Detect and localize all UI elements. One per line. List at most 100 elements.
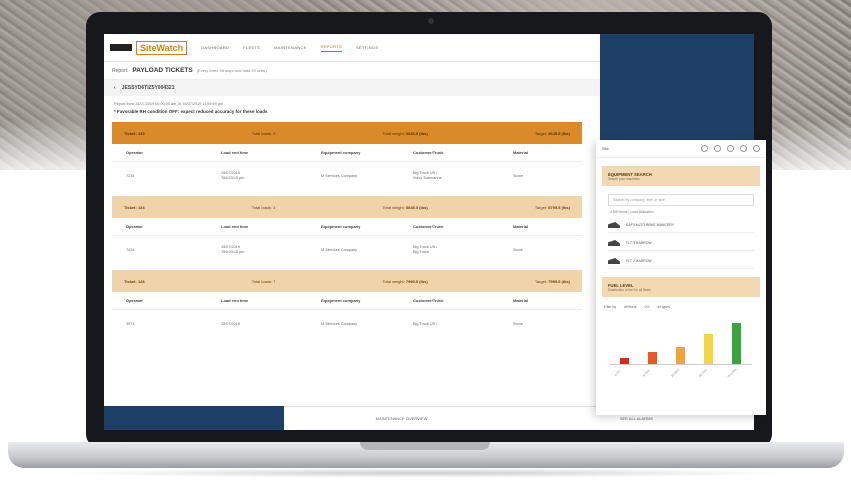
fuel-bar[interactable] bbox=[676, 346, 685, 364]
ticket-card: Ticket: 145 Total loads: 3 Total weight: 3… bbox=[112, 122, 582, 190]
cell-operator: 7234 bbox=[126, 173, 135, 178]
side-panel: Site EQUIPMENT SEARCH Search your machin… bbox=[596, 140, 766, 415]
nav-dashboard[interactable]: DASHBOARD bbox=[201, 45, 229, 50]
cell-time: 15/07/2019 TIM:03:15 pm bbox=[221, 245, 245, 254]
report-label: Report: bbox=[112, 67, 129, 74]
column-header: Load end time bbox=[221, 224, 249, 229]
fuel-bar-label: 75-100% bbox=[726, 367, 738, 379]
truck-icon bbox=[608, 240, 620, 246]
ticket-header[interactable]: Ticket: 128 Total loads: 7 Total weight: 7… bbox=[112, 270, 582, 292]
ticket-header[interactable]: Ticket: 145 Total loads: 3 Total weight: 3… bbox=[112, 122, 582, 144]
fuel-filters: Filter by all fleets 0% all types bbox=[604, 305, 758, 309]
equipment-widget-header: EQUIPMENT SEARCH Search your machines bbox=[602, 166, 760, 186]
brand-mark bbox=[110, 44, 132, 51]
fuel-bar[interactable] bbox=[704, 334, 713, 364]
fuel-level-select[interactable]: 0% bbox=[645, 305, 650, 309]
equipment-subtitle: Search your machines bbox=[608, 176, 640, 181]
cell-time: 15/07/2019 TIM:03:15 pm bbox=[221, 171, 245, 180]
ticket-columns: Operator Load end time Equipment company Cu… bbox=[112, 144, 582, 162]
fuel-bar-label: 25-50% bbox=[670, 367, 681, 379]
laptop-shadow bbox=[60, 468, 790, 478]
ticket-loads: Total loads: 3 bbox=[251, 204, 276, 210]
ticket-number: Ticket: 145 bbox=[124, 130, 145, 136]
nav-reports[interactable]: REPORTS bbox=[320, 44, 342, 52]
equipment-filter[interactable]: 4,900 items | Load Utilization bbox=[610, 210, 752, 214]
fuel-chart: 0-5% 5-25% 25-50% 50-75% 75-100% bbox=[610, 315, 752, 379]
ticket-weight: Total weight: 7995.5 (lbs) bbox=[382, 278, 428, 284]
home-icon[interactable] bbox=[701, 145, 708, 152]
laptop-notch bbox=[360, 442, 490, 450]
ticket-columns: Operator Load end time Equipment company Cu… bbox=[112, 218, 582, 236]
nav-settings[interactable]: SETTINGS bbox=[356, 45, 378, 50]
camera-icon bbox=[428, 18, 434, 24]
column-header: Customer/Truck bbox=[413, 224, 444, 229]
fuel-subtitle: Distribution of fuel for all fleets bbox=[608, 287, 651, 292]
report-title: PAYLOAD TICKETS bbox=[132, 67, 193, 74]
fuel-type-select[interactable]: all types bbox=[657, 305, 669, 309]
logo: SiteWatch bbox=[110, 40, 188, 55]
help-icon[interactable] bbox=[753, 145, 760, 152]
truck-icon bbox=[608, 222, 620, 228]
truck-icon bbox=[608, 258, 620, 264]
column-header: Material bbox=[513, 224, 529, 229]
ticket-card: Ticket: 134 Total loads: 3 Total weight: 5… bbox=[112, 196, 582, 264]
equipment-search-input[interactable]: Search by company, fleet or size bbox=[608, 194, 754, 206]
fuel-widget-header: FUEL LEVEL Distribution of fuel for all … bbox=[602, 277, 760, 297]
column-header: Operator bbox=[126, 224, 143, 229]
column-header: Equipment company bbox=[321, 224, 361, 229]
ticket-card: Ticket: 128 Total loads: 7 Total weight: 7… bbox=[112, 270, 582, 338]
nav-fleets[interactable]: FLEETS bbox=[243, 45, 260, 50]
table-row: 7234 15/07/2019 TIM:03:15 pm M Services Com… bbox=[112, 162, 582, 190]
ticket-target: Target: 5795.5 (lbs) bbox=[534, 204, 570, 210]
logo-text: SiteWatch bbox=[136, 40, 188, 55]
report-subtitle: (Every three 96 days and data 20 units) bbox=[196, 68, 267, 73]
table-row: 4974 15/07/2019 M Services Company Big Truc… bbox=[112, 310, 582, 338]
cell-truck: Big Truck US / Big Truck bbox=[413, 245, 438, 254]
ticket-number: Ticket: 134 bbox=[124, 204, 145, 210]
table-row: 7434 15/07/2019 TIM:03:15 pm M Services Com… bbox=[112, 236, 582, 264]
column-header: Customer/Truck bbox=[413, 150, 444, 155]
equipment-item[interactable]: FLT 2 HARROW bbox=[608, 254, 754, 269]
fuel-bar-label: 0-5% bbox=[613, 369, 622, 377]
cell-company: M Services Company bbox=[321, 321, 358, 326]
fuel-bar[interactable] bbox=[732, 322, 741, 364]
cell-time: 15/07/2019 bbox=[221, 321, 241, 326]
column-header: Material bbox=[513, 150, 529, 155]
cell-company: M Services Company bbox=[321, 173, 358, 178]
equipment-name: SAF3 AUTO BRKE MANCERY bbox=[626, 223, 675, 227]
ticket-header[interactable]: Ticket: 134 Total loads: 3 Total weight: 5… bbox=[112, 196, 582, 218]
equipment-title: EQUIPMENT SEARCH bbox=[608, 171, 652, 177]
fuel-bar[interactable] bbox=[620, 357, 629, 364]
cell-truck: Big Truck US / Volvo Submarine bbox=[413, 171, 442, 180]
fuel-bar[interactable] bbox=[648, 351, 657, 364]
side-toolbar: Site bbox=[596, 140, 766, 158]
chevron-left-icon[interactable]: ‹ bbox=[114, 85, 116, 91]
equipment-item[interactable]: FLT 3 HARROW bbox=[608, 236, 754, 251]
cell-company: M Services Company bbox=[321, 247, 358, 252]
footer-blue bbox=[104, 406, 284, 430]
ticket-weight: Total weight: 5645.5 (lbs) bbox=[382, 204, 428, 210]
ticket-loads: Total loads: 3 bbox=[251, 130, 276, 136]
cell-material: Stone bbox=[513, 247, 523, 252]
maintenance-overview-button[interactable]: MAINTENANCE OVERVIEW bbox=[284, 406, 519, 430]
column-header: Load end time bbox=[221, 298, 249, 303]
column-header: Operator bbox=[126, 298, 143, 303]
column-header: Customer/Truck bbox=[413, 298, 444, 303]
equipment-name: FLT 2 HARROW bbox=[626, 259, 652, 263]
nav-maintenance[interactable]: MAINTENANCE bbox=[274, 45, 306, 50]
cell-operator: 4974 bbox=[126, 321, 135, 326]
grid-icon[interactable] bbox=[727, 145, 734, 152]
bell-icon[interactable] bbox=[740, 145, 747, 152]
equipment-item[interactable]: SAF3 AUTO BRKE MANCERY bbox=[608, 218, 754, 233]
ticket-loads: Total loads: 7 bbox=[251, 278, 276, 284]
heart-icon[interactable] bbox=[714, 145, 721, 152]
column-header: Load end time bbox=[221, 150, 249, 155]
equipment-name: FLT 3 HARROW bbox=[626, 241, 652, 245]
column-header: Equipment company bbox=[321, 150, 361, 155]
ticket-number: Ticket: 128 bbox=[124, 278, 145, 284]
side-banner bbox=[600, 34, 754, 142]
cell-truck: Big Truck US / bbox=[413, 321, 438, 326]
fuel-fleet-select[interactable]: all fleets bbox=[624, 305, 636, 309]
site-select[interactable]: Site bbox=[602, 146, 609, 151]
cell-material: Stone bbox=[513, 321, 523, 326]
